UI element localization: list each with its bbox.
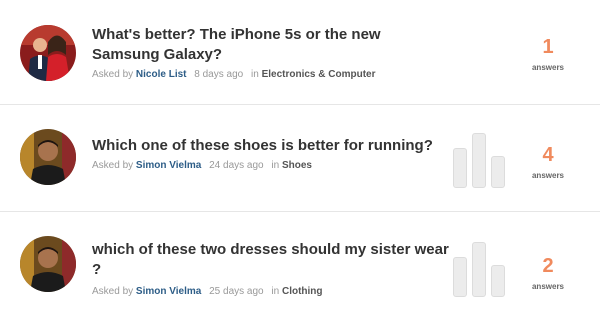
poll-bar: [472, 242, 486, 297]
poll-bars-icon: [451, 239, 507, 297]
answers-count[interactable]: 4 answers: [522, 143, 574, 182]
user-link[interactable]: Simon Vielma: [136, 286, 201, 297]
poll-bar: [491, 265, 505, 297]
in-label: in: [251, 69, 259, 80]
question-meta: Asked by Simon Vielma 25 days ago in Clo…: [92, 286, 323, 297]
in-label: in: [271, 286, 280, 297]
time-ago: 25 days ago: [209, 286, 264, 297]
user-link[interactable]: Simon Vielma: [136, 160, 201, 171]
avatar-photo-icon: [20, 129, 76, 185]
question-row: What's better? The iPhone 5s or the new …: [0, 0, 600, 105]
poll-bar: [453, 257, 467, 297]
poll-bar: [472, 133, 486, 188]
poll-bars-icon: [451, 130, 507, 188]
question-list: What's better? The iPhone 5s or the new …: [0, 0, 600, 319]
asked-by-label: Asked by: [92, 160, 134, 171]
time-ago: 24 days ago: [209, 160, 264, 171]
user-link[interactable]: Nicole List: [136, 69, 187, 80]
answers-label: answers: [531, 171, 565, 180]
avatar[interactable]: [20, 25, 76, 81]
poll-bar: [491, 156, 505, 188]
question-meta: Asked by Simon Vielma 24 days ago in Sho…: [92, 160, 312, 171]
avatar[interactable]: [20, 236, 76, 292]
answers-label: answers: [531, 63, 565, 72]
time-ago: 8 days ago: [194, 69, 244, 80]
avatar-photo-icon: [20, 236, 76, 292]
question-title[interactable]: which of these two dresses should my sis…: [92, 240, 452, 280]
answers-number: 2: [542, 255, 554, 277]
in-label: in: [271, 160, 280, 171]
question-meta: Asked by Nicole List 8 days ago in Elect…: [92, 69, 376, 80]
answers-number: 1: [542, 36, 554, 58]
category-link[interactable]: Electronics & Computer: [262, 69, 376, 80]
asked-by-label: Asked by: [92, 286, 134, 297]
answers-count[interactable]: 1 answers: [522, 35, 574, 74]
poll-bar: [453, 148, 467, 188]
question-title[interactable]: Which one of these shoes is better for r…: [92, 136, 452, 156]
answers-count[interactable]: 2 answers: [522, 254, 574, 293]
category-link[interactable]: Clothing: [282, 286, 323, 297]
avatar[interactable]: [20, 129, 76, 185]
question-row: which of these two dresses should my sis…: [0, 212, 600, 319]
answers-number: 4: [542, 144, 554, 166]
answers-label: answers: [531, 282, 565, 291]
category-link[interactable]: Shoes: [282, 160, 312, 171]
avatar-photo-icon: [20, 25, 76, 81]
question-row: Which one of these shoes is better for r…: [0, 105, 600, 212]
asked-by-label: Asked by: [92, 69, 134, 80]
question-title[interactable]: What's better? The iPhone 5s or the new …: [92, 25, 452, 65]
